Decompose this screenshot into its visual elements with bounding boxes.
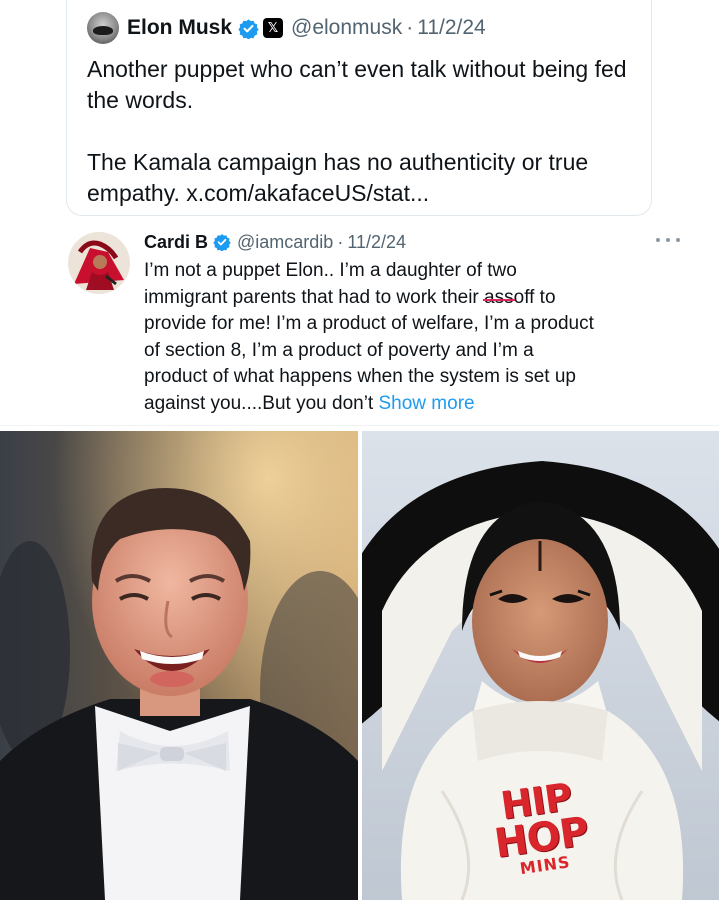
reply-text-line: provide for me! I’m a product of welfare… <box>144 313 594 334</box>
more-options-icon[interactable] <box>656 230 680 250</box>
quoted-author-handle[interactable]: @elonmusk <box>291 16 402 40</box>
section-divider <box>0 425 719 426</box>
elon-avatar[interactable] <box>87 12 119 44</box>
reply-text-line: product of what happens when the system … <box>144 366 576 387</box>
cardi-b-avatar-image <box>68 232 130 294</box>
verified-badge-icon <box>213 234 231 251</box>
quoted-tweet-card[interactable]: Elon Musk 𝕏 @elonmusk · 11/2/24 Another … <box>66 0 652 216</box>
reply-tweet-text: I’m not a puppet Elon.. I’m a daughter o… <box>144 258 664 417</box>
reply-text-line: immigrant parents that had to work their… <box>144 285 664 312</box>
cardi-b-photo: HIP HOP MINS <box>362 431 719 900</box>
reply-text-fragment: off to <box>513 286 556 308</box>
quoted-author-name[interactable]: Elon Musk <box>127 16 232 40</box>
reply-tweet-date[interactable]: 11/2/24 <box>347 232 406 253</box>
censored-word: ass <box>483 285 515 312</box>
quoted-tweet-header: Elon Musk 𝕏 @elonmusk · 11/2/24 <box>87 10 633 46</box>
reply-text-line: of section 8, I’m a product of poverty a… <box>144 339 534 361</box>
reply-text-line: I’m not a puppet Elon.. I’m a daughter o… <box>144 260 517 281</box>
x-affiliate-badge-icon: 𝕏 <box>263 18 284 38</box>
quoted-tweet-text: Another puppet who can’t even talk witho… <box>87 54 647 209</box>
reply-author-handle[interactable]: @iamcardib <box>237 232 333 253</box>
quoted-tweet-paragraph: The Kamala campaign has no authenticity … <box>87 149 589 206</box>
separator-dot: · <box>406 16 414 39</box>
reply-text-line: against you....But you don’t Show more <box>144 391 664 418</box>
separator-dot: · <box>337 231 344 252</box>
cardi-b-avatar[interactable] <box>68 232 130 294</box>
hip-hop-mins-watermark-logo: HIP HOP MINS <box>479 775 603 896</box>
elon-musk-photo <box>0 431 358 900</box>
quoted-tweet-date[interactable]: 11/2/24 <box>417 16 486 40</box>
quoted-tweet-paragraph: Another puppet who can’t even talk witho… <box>87 56 627 113</box>
verified-badge-icon <box>238 18 259 39</box>
reply-tweet-header: Cardi B @iamcardib · 11/2/24 <box>144 228 680 256</box>
reply-text-fragment: immigrant parents that had to work their <box>144 286 485 308</box>
reply-author-name[interactable]: Cardi B <box>144 232 208 253</box>
show-more-link[interactable]: Show more <box>379 393 475 414</box>
reply-text-fragment: against you....But you don’t <box>144 392 379 414</box>
